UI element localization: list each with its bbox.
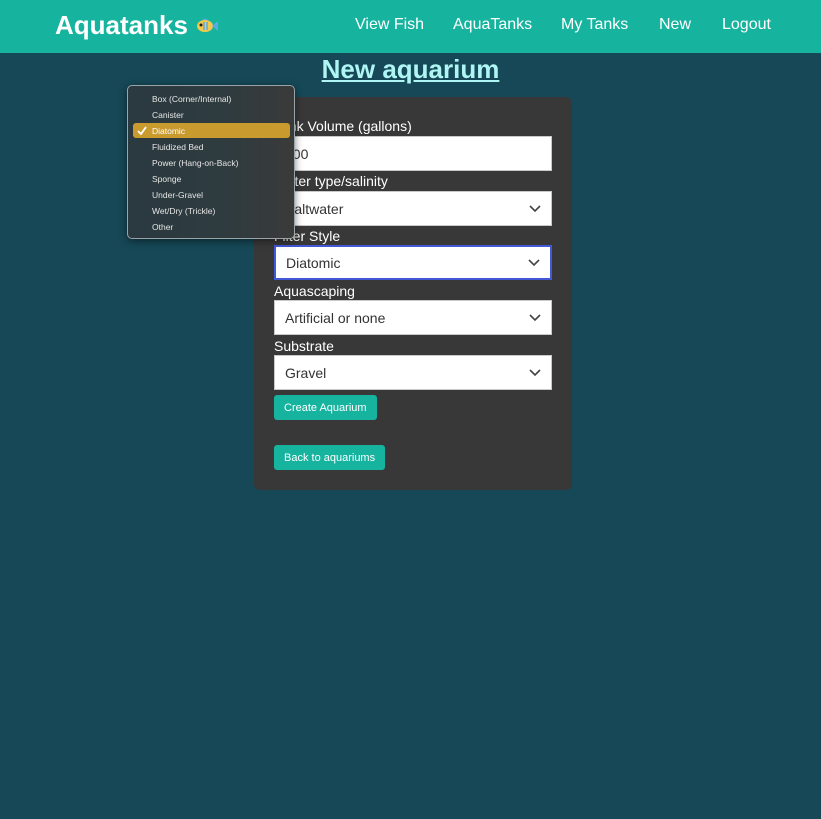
- chevron-down-icon: [529, 313, 541, 321]
- chevron-down-icon: [529, 204, 541, 212]
- chevron-down-icon: [528, 258, 540, 266]
- dropdown-option[interactable]: Canister: [133, 107, 290, 122]
- volume-input[interactable]: 100: [274, 136, 552, 171]
- nav-aquatanks[interactable]: AquaTanks: [453, 16, 532, 34]
- dropdown-option[interactable]: Sponge: [133, 171, 290, 186]
- dropdown-option[interactable]: Power (Hang-on-Back): [133, 155, 290, 170]
- substrate-select[interactable]: Gravel: [274, 355, 552, 390]
- checkmark-icon: [137, 126, 147, 135]
- nav-my-tanks[interactable]: My Tanks: [561, 16, 628, 34]
- nav-new[interactable]: New: [659, 16, 691, 34]
- dropdown-option-label: Diatomic: [152, 125, 186, 136]
- dropdown-option[interactable]: Box (Corner/Internal): [133, 91, 290, 106]
- page-title: New aquarium: [321, 54, 500, 84]
- aquascaping-value: Artificial or none: [285, 309, 386, 326]
- nav-view-fish[interactable]: View Fish: [355, 16, 424, 34]
- filter-style-dropdown: Box (Corner/Internal) Canister Diatomic …: [127, 85, 295, 239]
- dropdown-option[interactable]: Fluidized Bed: [133, 139, 290, 154]
- back-to-aquariums-button[interactable]: Back to aquariums: [274, 445, 386, 470]
- chevron-down-icon: [529, 368, 541, 376]
- dropdown-option[interactable]: Wet/Dry (Trickle): [133, 203, 290, 218]
- water-type-select[interactable]: Saltwater: [274, 191, 552, 226]
- aquascaping-label: Aquascaping: [274, 283, 355, 299]
- substrate-label: Substrate: [274, 338, 334, 354]
- filter-style-select[interactable]: Diatomic: [274, 245, 552, 280]
- filter-style-value: Diatomic: [286, 254, 341, 271]
- substrate-value: Gravel: [285, 364, 327, 381]
- water-type-value: Saltwater: [285, 200, 344, 217]
- create-aquarium-button[interactable]: Create Aquarium: [274, 395, 377, 420]
- navbar: Aquatanks View Fish AquaTanks My Tanks N…: [0, 0, 821, 53]
- nav-links: View Fish AquaTanks My Tanks New Logout: [0, 16, 821, 36]
- dropdown-option[interactable]: Under-Gravel: [133, 187, 290, 202]
- aquascaping-select[interactable]: Artificial or none: [274, 300, 552, 335]
- dropdown-option-selected[interactable]: Diatomic: [133, 123, 290, 138]
- volume-value: 100: [285, 145, 309, 162]
- dropdown-option[interactable]: Other: [133, 219, 290, 234]
- nav-logout[interactable]: Logout: [722, 16, 771, 34]
